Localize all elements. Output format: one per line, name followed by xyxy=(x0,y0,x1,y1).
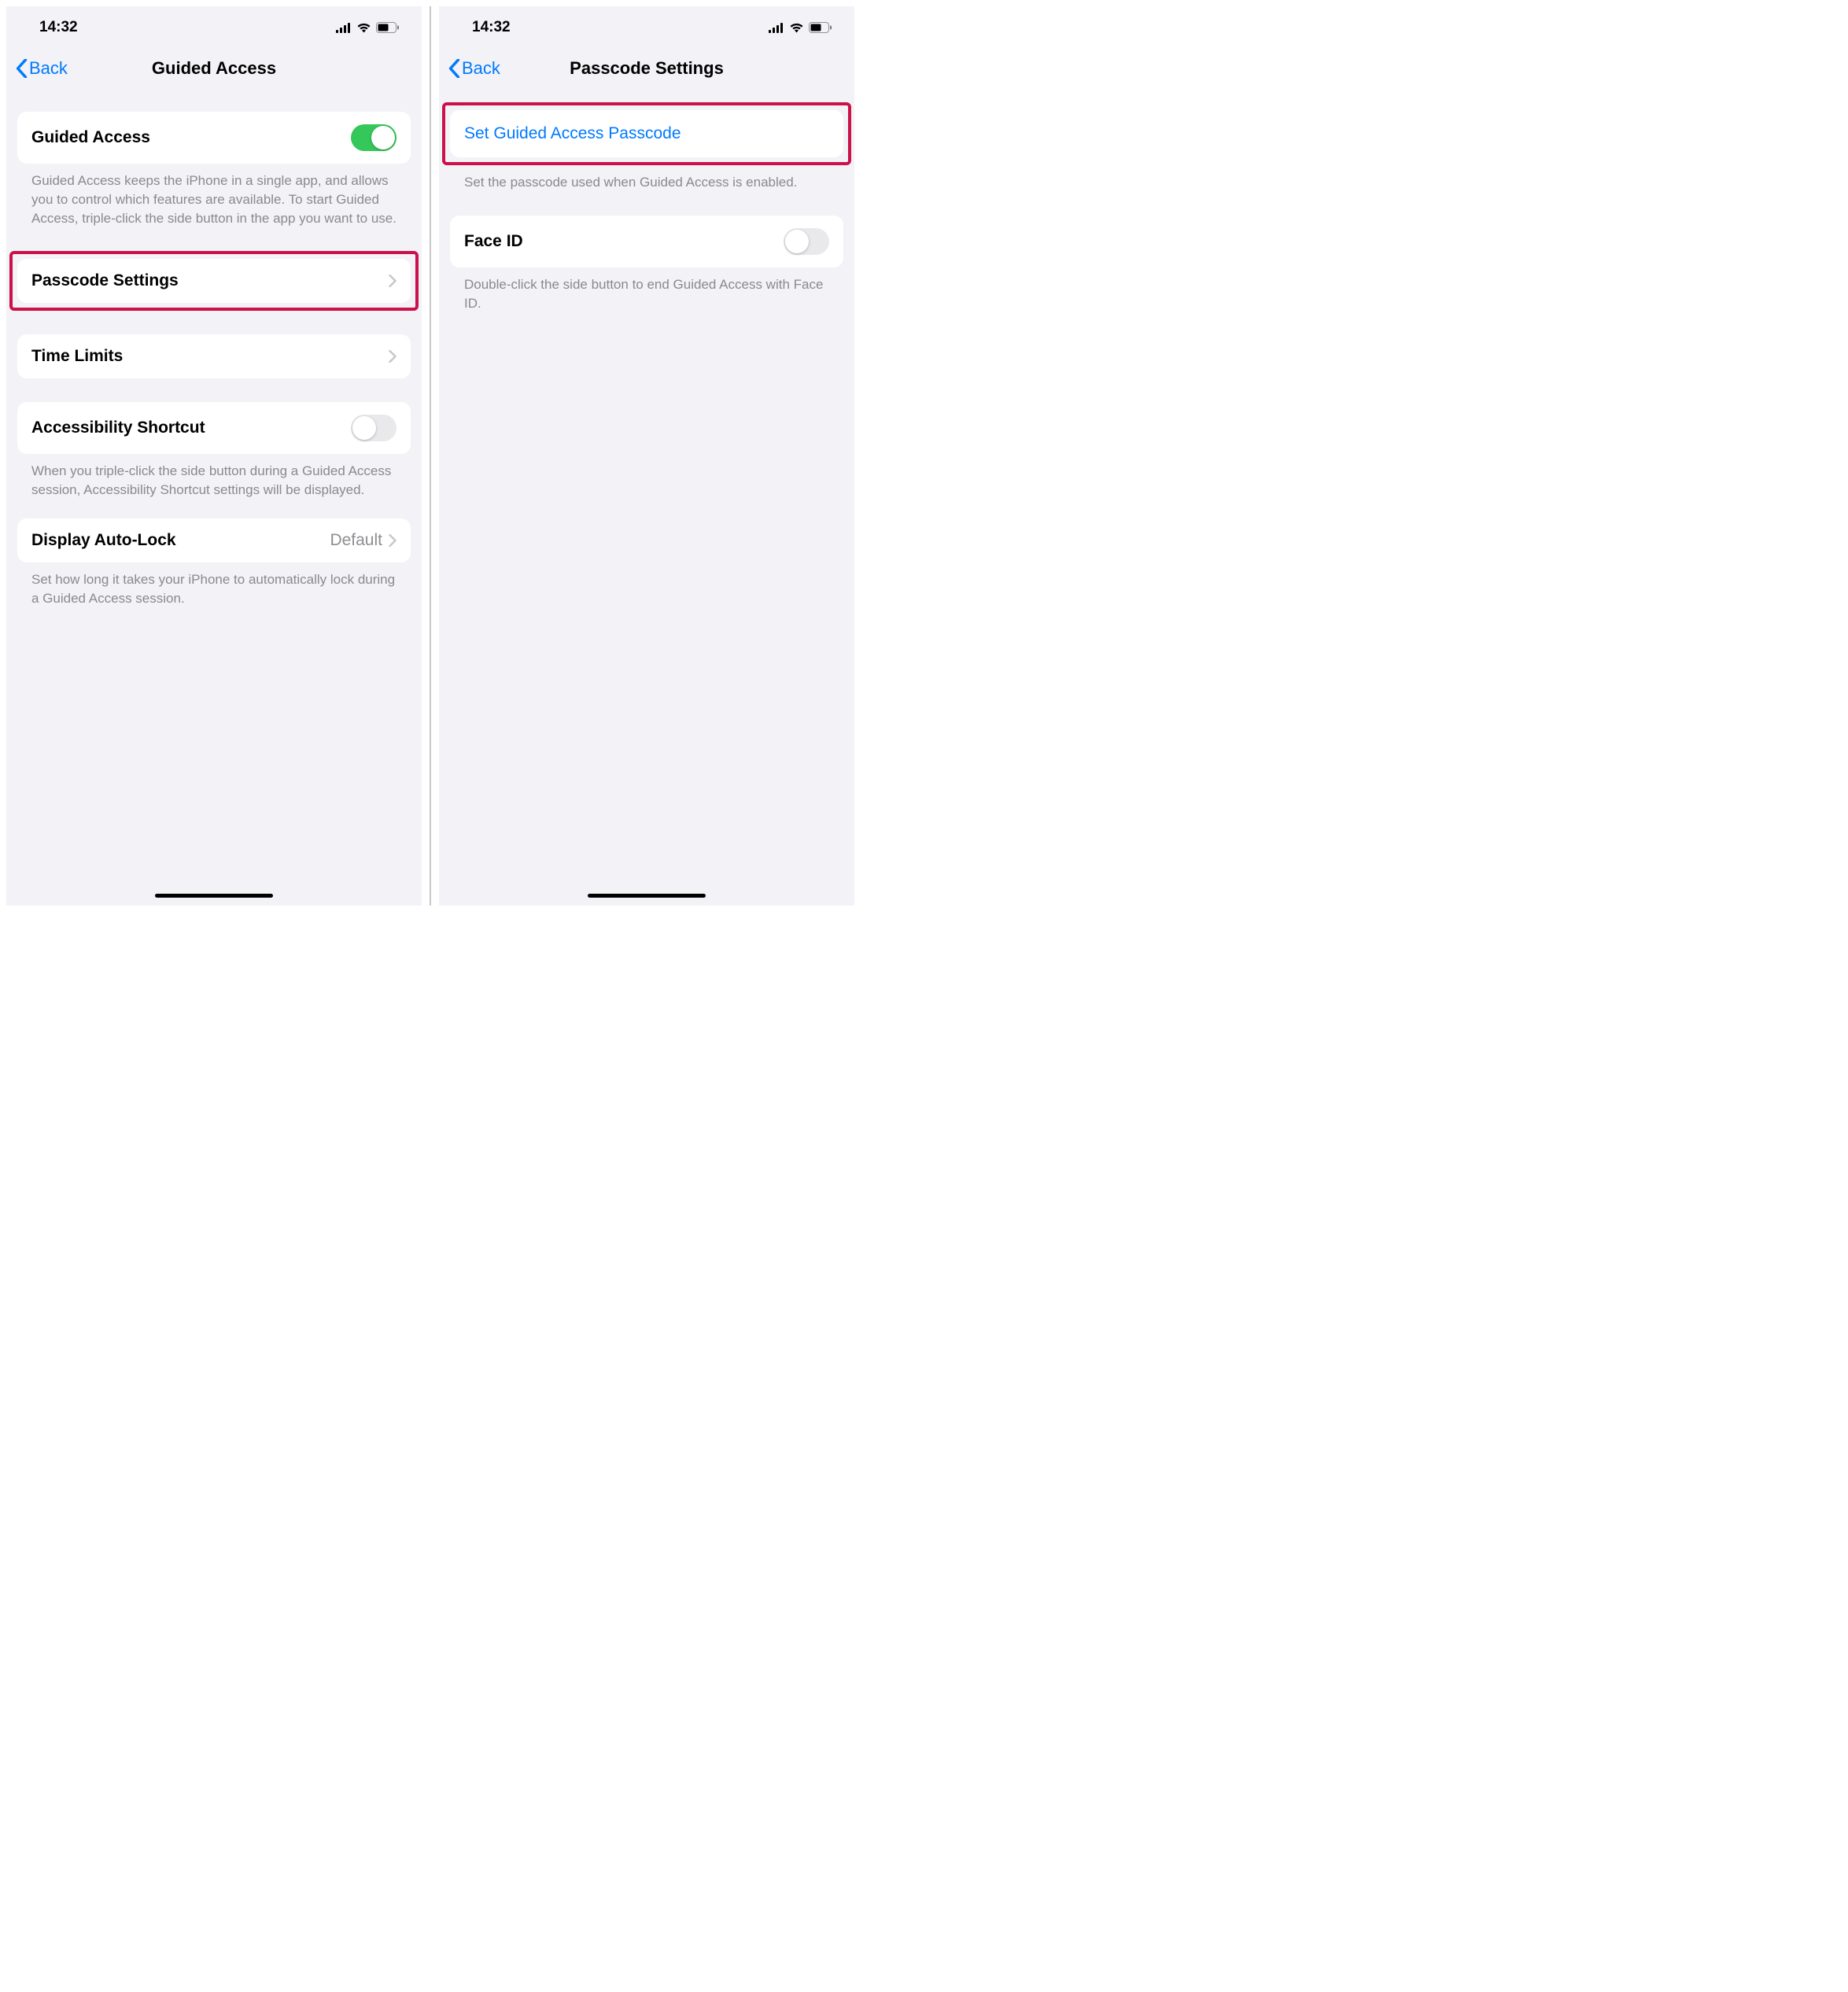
row-label: Time Limits xyxy=(31,347,123,366)
status-right xyxy=(336,22,400,33)
section-face-id: Face ID Double-click the side button to … xyxy=(439,216,854,313)
footer-guided-access: Guided Access keeps the iPhone in a sing… xyxy=(17,164,411,227)
footer-display-autolock: Set how long it takes your iPhone to aut… xyxy=(17,563,411,608)
section-guided-access: Guided Access Guided Access keeps the iP… xyxy=(6,112,422,227)
wifi-icon xyxy=(356,22,371,33)
row-label: Guided Access xyxy=(31,128,150,147)
status-time: 14:32 xyxy=(472,19,511,36)
battery-icon xyxy=(376,22,400,33)
row-label: Set Guided Access Passcode xyxy=(464,124,681,143)
section-accessibility-shortcut: Accessibility Shortcut When you triple-c… xyxy=(6,402,422,500)
section-time-limits: Time Limits xyxy=(6,334,422,378)
back-button[interactable]: Back xyxy=(445,55,503,82)
toggle-guided-access[interactable] xyxy=(351,124,397,151)
status-bar: 14:32 xyxy=(439,6,854,49)
row-value: Default xyxy=(330,531,382,550)
row-label: Accessibility Shortcut xyxy=(31,419,205,437)
row-label: Display Auto-Lock xyxy=(31,531,176,550)
phone-right-passcode-settings: 14:32 Back Passcode Settings Set xyxy=(439,6,854,906)
nav-bar: Back Passcode Settings xyxy=(439,49,854,88)
row-label: Face ID xyxy=(464,232,523,251)
section-passcode-settings: Passcode Settings xyxy=(6,251,422,311)
status-right xyxy=(769,22,832,33)
wifi-icon xyxy=(789,22,804,33)
footer-accessibility: When you triple-click the side button du… xyxy=(17,454,411,500)
status-time: 14:32 xyxy=(39,19,78,36)
chevron-right-icon xyxy=(389,350,397,363)
phone-left-guided-access: 14:32 Back Guided Access Guided Access xyxy=(6,6,422,906)
row-display-autolock[interactable]: Display Auto-Lock Default xyxy=(17,518,411,563)
chevron-right-icon xyxy=(389,275,397,287)
row-time-limits[interactable]: Time Limits xyxy=(17,334,411,378)
page-title: Guided Access xyxy=(152,58,276,79)
section-set-passcode: Set Guided Access Passcode Set the passc… xyxy=(439,102,854,192)
back-label: Back xyxy=(29,58,68,79)
toggle-accessibility-shortcut[interactable] xyxy=(351,415,397,441)
row-set-guided-access-passcode[interactable]: Set Guided Access Passcode xyxy=(450,110,843,157)
row-face-id[interactable]: Face ID xyxy=(450,216,843,267)
footer-set-passcode: Set the passcode used when Guided Access… xyxy=(450,165,843,192)
back-button[interactable]: Back xyxy=(13,55,71,82)
home-indicator[interactable] xyxy=(588,894,706,898)
toggle-face-id[interactable] xyxy=(784,228,829,255)
footer-face-id: Double-click the side button to end Guid… xyxy=(450,267,843,313)
cellular-signal-icon xyxy=(336,23,352,33)
chevron-right-icon xyxy=(389,534,397,547)
nav-bar: Back Guided Access xyxy=(6,49,422,88)
highlight-passcode-settings: Passcode Settings xyxy=(9,251,419,311)
battery-icon xyxy=(809,22,832,33)
back-label: Back xyxy=(462,58,500,79)
status-bar: 14:32 xyxy=(6,6,422,49)
chevron-left-icon xyxy=(448,59,460,78)
chevron-left-icon xyxy=(16,59,28,78)
row-label: Passcode Settings xyxy=(31,271,179,290)
row-accessibility-shortcut[interactable]: Accessibility Shortcut xyxy=(17,402,411,454)
section-display-autolock: Display Auto-Lock Default Set how long i… xyxy=(6,518,422,608)
home-indicator[interactable] xyxy=(155,894,273,898)
page-title: Passcode Settings xyxy=(570,58,724,79)
highlight-set-passcode: Set Guided Access Passcode xyxy=(442,102,851,165)
screenshot-divider xyxy=(430,6,431,906)
row-passcode-settings[interactable]: Passcode Settings xyxy=(17,259,411,303)
row-guided-access-toggle[interactable]: Guided Access xyxy=(17,112,411,164)
cellular-signal-icon xyxy=(769,23,784,33)
